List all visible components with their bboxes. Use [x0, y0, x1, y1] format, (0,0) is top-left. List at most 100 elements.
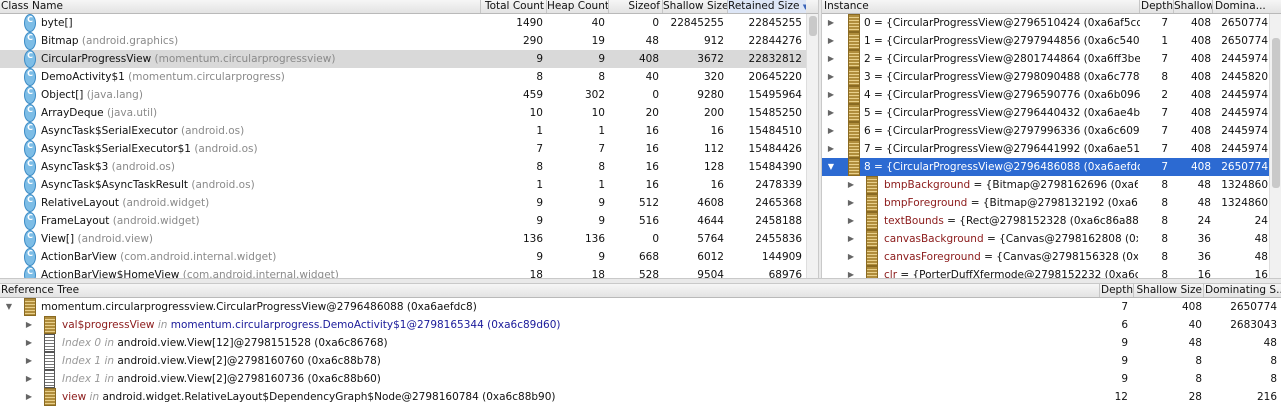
instance-field-row[interactable]: ▶ bmpForeground = {Bitmap@2798132192 (0xa… [822, 194, 1269, 212]
instance-row[interactable]: ▶ 0 = {CircularProgressView@2796510424 (0… [822, 14, 1269, 32]
cell-sizeof: 668 [638, 251, 659, 263]
instance-table-scrollbar[interactable] [1269, 14, 1281, 283]
expand-icon[interactable]: ▶ [846, 176, 856, 194]
col-ref-dominating[interactable]: Dominating S... [1204, 284, 1281, 297]
cell-shallow: 408 [1190, 143, 1211, 155]
field-label: textBounds = {Rect@2798152328 (0xa6c86a8… [884, 212, 1138, 230]
col-instance[interactable]: Instance [822, 0, 1140, 13]
col-total-count[interactable]: Total Count [481, 0, 547, 13]
instance-field-row[interactable]: ▶ bmpBackground = {Bitmap@2798162696 (0xa… [822, 176, 1269, 194]
class-row[interactable]: C ActionBarView (com.android.internal.wid… [0, 248, 806, 266]
reference-row[interactable]: ▶ Index 1 in android.view.View[2]@2798160… [0, 352, 1281, 370]
instance-row[interactable]: ▶ 2 = {CircularProgressView@2801744864 (0… [822, 50, 1269, 68]
col-heap-count[interactable]: Heap Count [547, 0, 609, 13]
expand-icon[interactable]: ▶ [24, 316, 34, 334]
field-label: canvasForeground = {Canvas@2798156328 (0… [884, 248, 1138, 266]
class-row[interactable]: C FrameLayout (android.widget) 9 9 516 4644 24… [0, 212, 806, 230]
class-row[interactable]: C ArrayDeque (java.util) 10 10 20 200 15485250 [0, 104, 806, 122]
expand-icon[interactable]: ▶ [846, 194, 856, 212]
instance-icon [848, 104, 860, 122]
cell-total: 7 [536, 143, 543, 155]
cell-shallow: 408 [1181, 301, 1202, 313]
cell-dominating: 24 [1254, 215, 1268, 227]
cell-sizeof: 40 [645, 71, 659, 83]
class-table-scroll-thumb[interactable] [809, 16, 817, 36]
cell-dominating: 2445974 [1221, 53, 1268, 65]
class-row[interactable]: C View[] (android.view) 136 136 0 5764 2455836 [0, 230, 806, 248]
cell-total: 459 [522, 89, 543, 101]
instance-row[interactable]: ▶ 6 = {CircularProgressView@2797996336 (0… [822, 122, 1269, 140]
cell-shallow: 912 [703, 35, 724, 47]
expand-icon[interactable]: ▶ [24, 388, 34, 406]
reference-row[interactable]: ▶ Index 1 in android.view.View[2]@2798160… [0, 370, 1281, 388]
expand-icon[interactable]: ▶ [826, 140, 836, 158]
expand-icon[interactable]: ▶ [24, 370, 34, 388]
instance-icon [848, 122, 860, 140]
instance-row[interactable]: ▼ 8 = {CircularProgressView@2796486088 (0… [822, 158, 1269, 176]
instance-field-row[interactable]: ▶ canvasForeground = {Canvas@2798156328 (… [822, 248, 1269, 266]
instance-row[interactable]: ▶ 4 = {CircularProgressView@2796590776 (0… [822, 86, 1269, 104]
expand-icon[interactable]: ▶ [846, 248, 856, 266]
col-shallow[interactable]: Shallow... [1174, 0, 1213, 13]
class-icon: C [24, 104, 36, 122]
class-row[interactable]: C RelativeLayout (android.widget) 9 9 512 460… [0, 194, 806, 212]
class-row[interactable]: C Object[] (java.lang) 459 302 0 9280 15495964 [0, 86, 806, 104]
reference-root-row[interactable]: ▼ momentum.circularprogressview.CircularP… [0, 298, 1281, 316]
cell-shallow: 36 [1197, 251, 1211, 263]
class-table-scrollbar[interactable] [806, 14, 818, 283]
expand-icon[interactable]: ▶ [846, 212, 856, 230]
field-icon [44, 388, 56, 406]
class-row[interactable]: C DemoActivity$1 (momentum.circularprogre… [0, 68, 806, 86]
col-shallow-size[interactable]: Shallow Size [663, 0, 728, 13]
class-name: FrameLayout [41, 215, 110, 227]
col-sizeof[interactable]: Sizeof [609, 0, 663, 13]
col-depth[interactable]: Depth [1140, 0, 1174, 13]
reference-tree-title[interactable]: Reference Tree [0, 284, 1100, 297]
col-ref-depth[interactable]: Depth [1100, 284, 1134, 297]
reference-row[interactable]: ▶ val$progressView in momentum.circularpr… [0, 316, 1281, 334]
col-class-name[interactable]: Class Name [0, 0, 481, 13]
expand-icon[interactable]: ▶ [826, 50, 836, 68]
collapse-icon[interactable]: ▼ [4, 298, 14, 316]
instance-row[interactable]: ▶ 7 = {CircularProgressView@2796441992 (0… [822, 140, 1269, 158]
field-icon [866, 230, 878, 248]
class-row[interactable]: C AsyncTask$SerialExecutor$1 (android.os)… [0, 140, 806, 158]
instance-row[interactable]: ▶ 5 = {CircularProgressView@2796440432 (0… [822, 104, 1269, 122]
class-row[interactable]: C AsyncTask$SerialExecutor (android.os) 1 1… [0, 122, 806, 140]
class-package: (android.os) [191, 179, 255, 191]
instance-row[interactable]: ▶ 1 = {CircularProgressView@2797944856 (0… [822, 32, 1269, 50]
collapse-icon[interactable]: ▼ [826, 158, 836, 176]
col-ref-shallow[interactable]: Shallow Size [1134, 284, 1204, 297]
expand-icon[interactable]: ▶ [826, 104, 836, 122]
class-row[interactable]: C Bitmap (android.graphics) 290 19 48 912 2284… [0, 32, 806, 50]
class-row[interactable]: C AsyncTask$3 (android.os) 8 8 16 128 15484390 [0, 158, 806, 176]
cell-shallow: 200 [703, 107, 724, 119]
col-dominating[interactable]: Domina... [1213, 0, 1269, 13]
expand-icon[interactable]: ▶ [826, 32, 836, 50]
expand-icon[interactable]: ▶ [24, 352, 34, 370]
expand-icon[interactable]: ▶ [24, 334, 34, 352]
expand-icon[interactable]: ▶ [826, 68, 836, 86]
expand-icon[interactable]: ▶ [826, 14, 836, 32]
class-row[interactable]: Cbyte[] 1490 40 0 22845255 22845255 [0, 14, 806, 32]
instance-table-scroll-thumb[interactable] [1272, 38, 1280, 188]
expand-icon[interactable]: ▶ [826, 122, 836, 140]
col-retained-size[interactable]: Retained Size ▼ [728, 0, 806, 13]
class-row[interactable]: C AsyncTask$AsyncTaskResult (android.os) 1… [0, 176, 806, 194]
cell-dominating: 2445820 [1221, 71, 1268, 83]
instance-field-row[interactable]: ▶ textBounds = {Rect@2798152328 (0xa6c86a… [822, 212, 1269, 230]
reference-row[interactable]: ▶ view in android.widget.RelativeLayout$D… [0, 388, 1281, 406]
expand-icon[interactable]: ▶ [826, 86, 836, 104]
class-icon: C [24, 230, 36, 248]
instance-field-row[interactable]: ▶ canvasBackground = {Canvas@2798162808 (… [822, 230, 1269, 248]
class-icon: C [24, 68, 36, 86]
field-value: = {Rect@2798152328 (0xa6c86a88)} [947, 215, 1138, 227]
cell-sizeof: 16 [645, 143, 659, 155]
cell-dominating: 2650774 [1221, 161, 1268, 173]
reference-row[interactable]: ▶ Index 0 in android.view.View[12]@279815… [0, 334, 1281, 352]
expand-icon[interactable]: ▶ [846, 230, 856, 248]
class-row[interactable]: C CircularProgressView (momentum.circular… [0, 50, 806, 68]
reference-tree: Reference Tree Depth Shallow Size Domina… [0, 284, 1281, 409]
instance-row[interactable]: ▶ 3 = {CircularProgressView@2798090488 (0… [822, 68, 1269, 86]
cell-shallow: 4608 [697, 197, 724, 209]
